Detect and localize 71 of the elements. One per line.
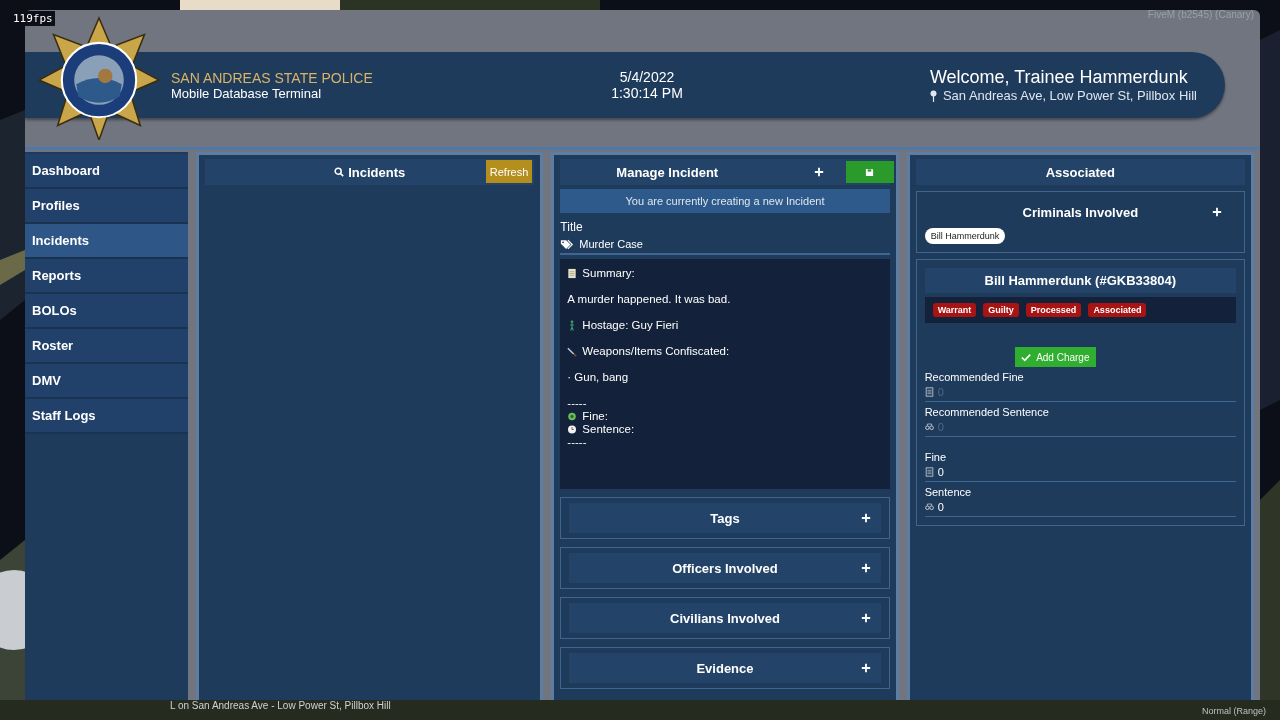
add-icon[interactable] [860,563,871,573]
time-label: 1:30:14 PM [611,85,683,101]
section-title: Evidence [696,660,754,676]
amount-field[interactable]: 0 [937,466,1138,478]
add-icon[interactable] [860,613,871,623]
status-tag[interactable]: Guilty [983,303,1019,317]
save-button[interactable] [845,161,894,183]
title-value: Murder Case [579,238,643,250]
clock-icon [567,424,578,435]
street-label: L on San Andreas Ave - Low Power St, Pillbox Hill [170,700,391,711]
money-icon [924,387,934,397]
sidebar-item[interactable]: Profiles [25,189,188,224]
notice-banner: You are currently creating a new Incident [560,189,890,213]
sidebar-item[interactable]: Roster [25,329,188,364]
pin-icon [929,89,937,102]
summary-line: Summary: [582,267,635,280]
add-icon[interactable] [1212,207,1222,217]
sidebar-item[interactable]: Incidents [25,224,188,259]
amount-field[interactable]: 0 [937,501,1138,513]
panel-title: Incidents [348,164,406,180]
criminal-chip[interactable]: Bill Hammerdunk [924,228,1006,244]
summary-line: Hostage: Guy Fieri [582,319,679,332]
summary-line: A murder happened. It was bad. [567,293,731,306]
money-icon [924,467,934,477]
section-title: Civilians Involved [670,610,780,626]
status-tag[interactable]: Associated [1088,303,1147,317]
search-icon [334,167,345,177]
criminal-name: Bill Hammerdunk (#GKB33804) [924,268,1236,293]
handcuffs-icon [924,422,934,432]
sidebar-item[interactable]: Staff Logs [25,399,188,434]
field-label: Recommended Fine [924,371,1025,383]
summary-line: ----- [567,397,587,410]
check-icon [1021,352,1032,362]
status-tag[interactable]: Processed [1025,303,1082,317]
panel-title: Manage Incident [616,164,719,180]
sidebar-item[interactable]: BOLOs [25,294,188,329]
add-icon[interactable] [860,663,871,673]
title-field[interactable]: Murder Case [560,234,890,255]
field-label: Fine [924,451,948,463]
knife-icon [567,346,578,357]
section-title: Criminals Involved [1022,204,1139,220]
save-icon [865,167,875,177]
summary-line: Sentence: [582,423,635,436]
welcome-label: Welcome, Trainee Hammerdunk [929,67,1189,88]
summary-line: ----- [567,436,587,449]
summary-line: · Gun, bang [567,371,629,384]
fps-counter: 119fps [11,11,55,26]
status-tag[interactable]: Warrant [932,303,977,317]
section-title: Tags [710,510,740,526]
field-label: Sentence [924,486,973,498]
location-label: San Andreas Ave, Low Power St, Pillbox Hill [942,88,1197,103]
date-label: 5/4/2022 [619,69,675,85]
add-icon[interactable] [813,167,824,177]
title-label: Title [560,220,584,234]
add-icon[interactable] [860,513,871,523]
handcuffs-icon [924,502,934,512]
summary-line: Fine: [582,410,608,423]
tags-icon [560,238,575,250]
terminal-subtitle: Mobile Database Terminal [171,85,323,101]
section-title: Officers Involved [672,560,778,576]
agency-name: SAN ANDREAS STATE POLICE [171,69,374,86]
notepad-icon [567,268,578,279]
sidebar-item[interactable]: Dashboard [25,154,188,189]
money-icon [567,411,578,422]
field-label: Recommended Sentence [924,406,1050,418]
summary-editor[interactable]: Summary: A murder happened. It was bad. Hostage: Guy Fieri Weapons/Items Confiscated: · Gun, bang ----- Fine: Sentence: ----- [560,259,890,489]
sidebar-item[interactable]: Reports [25,259,188,294]
voice-mode-label: Normal (Range) [1201,706,1266,716]
summary-line: Weapons/Items Confiscated: [582,345,730,358]
sidebar-item[interactable]: DMV [25,364,188,399]
panel-title: Associated [1045,164,1115,180]
